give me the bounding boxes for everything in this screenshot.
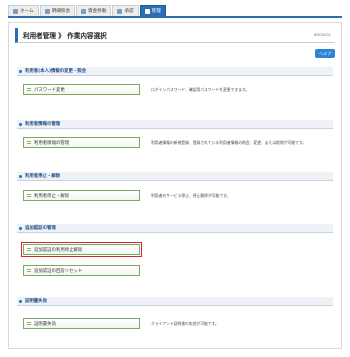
section-heading: 利用者停止・解除: [17, 172, 333, 181]
title-bar: 利用者管理 》 作業内容選択 BRGK001: [15, 28, 335, 43]
tab-transfer[interactable]: 資金移動: [76, 5, 112, 16]
menu-bars-icon: [27, 322, 31, 325]
page-title: 利用者管理 》 作業内容選択: [23, 32, 107, 40]
tab-label: 管理: [151, 9, 161, 14]
settings-icon: [144, 8, 150, 14]
tab-home[interactable]: ホーム: [8, 5, 39, 16]
button-label: 利用者停止・解除: [34, 193, 70, 199]
menu-bars-icon: [27, 88, 31, 91]
bullet-icon: [19, 122, 22, 126]
tab-label: 明細照会: [51, 9, 71, 14]
main-panel: 利用者管理 》 作業内容選択 BRGK001 ヘルプ 利用者(本人)情報の変更・…: [8, 22, 342, 349]
item-description: 利用者のサービス停止、停止解除が可能です。: [151, 193, 231, 198]
button-label: 利用者情報の管理: [34, 140, 70, 146]
tab-approve[interactable]: 承認: [112, 5, 139, 16]
approve-icon: [117, 8, 123, 14]
global-nav: ホーム 明細照会 資金移動 承認 管理: [8, 5, 166, 16]
section-title: 証明書失効: [25, 299, 47, 304]
help-button[interactable]: ヘルプ: [315, 49, 335, 58]
document-icon: [44, 8, 50, 14]
button-label: 追加認証の回答リセット: [34, 268, 83, 274]
tab-admin[interactable]: 管理: [139, 5, 166, 16]
tab-label: 資金移動: [88, 9, 107, 14]
nav-underline: [8, 16, 342, 18]
additional-auth-reset-button[interactable]: 追加認証の回答リセット: [23, 265, 140, 276]
home-icon: [13, 8, 18, 14]
bullet-icon: [19, 174, 22, 178]
tab-label: ホーム: [20, 9, 34, 14]
password-change-button[interactable]: パスワード変更: [23, 84, 140, 95]
section-title: 追加認証の管理: [25, 226, 56, 231]
user-suspend-button[interactable]: 利用者停止・解除: [23, 190, 140, 201]
additional-auth-unlock-button[interactable]: 追加認証の利用停止解除: [20, 241, 143, 258]
menu-bars-icon: [27, 269, 31, 272]
button-label: 証明書失効: [34, 321, 56, 327]
bullet-icon: [19, 69, 22, 73]
menu-bars-icon: [27, 194, 31, 197]
section-heading: 利用者情報の管理: [17, 120, 333, 129]
button-label: パスワード変更: [34, 87, 65, 93]
page-id: BRGK001: [314, 33, 331, 37]
tab-label: 承認: [124, 9, 134, 14]
bullet-icon: [19, 226, 22, 230]
item-description: ログインパスワード、確認用パスワードを変更できます。: [151, 87, 250, 92]
item-description: クライアント証明書の失効が可能です。: [151, 321, 219, 326]
section-title: 利用者(本人)情報の変更・照会: [25, 69, 87, 74]
bullet-icon: [19, 299, 22, 303]
tab-statements[interactable]: 明細照会: [39, 5, 76, 16]
transfer-icon: [81, 8, 87, 14]
menu-bars-icon: [27, 141, 31, 144]
button-label: 追加認証の利用停止解除: [34, 247, 83, 253]
item-description: 利用者情報の新規登録、登録されている利用者情報の照会、変更、または削除が可能です…: [151, 140, 307, 145]
section-title: 利用者情報の管理: [25, 122, 61, 127]
menu-bars-icon: [27, 248, 31, 251]
user-management-button[interactable]: 利用者情報の管理: [23, 137, 140, 148]
section-heading: 追加認証の管理: [17, 224, 333, 233]
certificate-revoke-button[interactable]: 証明書失効: [23, 318, 140, 329]
section-heading: 証明書失効: [17, 297, 333, 306]
section-heading: 利用者(本人)情報の変更・照会: [17, 67, 333, 76]
section-title: 利用者停止・解除: [25, 174, 61, 179]
